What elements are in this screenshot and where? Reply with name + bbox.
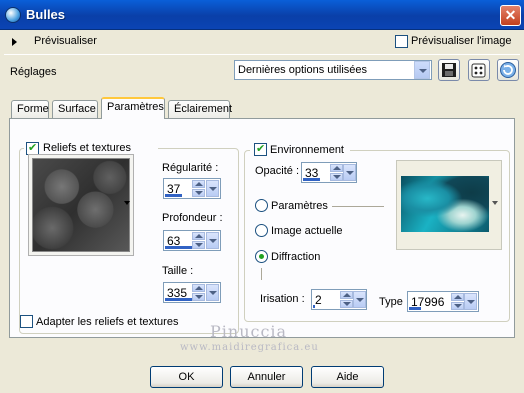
app-icon (5, 7, 21, 23)
separator (4, 54, 520, 55)
irisation-level-bar (313, 305, 315, 308)
type-stepper[interactable]: 17996 (407, 291, 479, 312)
ok-button[interactable]: OK (150, 366, 223, 388)
randomize-button[interactable] (468, 59, 490, 81)
profondeur-level-bar (165, 246, 192, 249)
spin-up-icon[interactable] (451, 293, 464, 301)
spin-down-icon[interactable] (451, 302, 464, 310)
taille-spin-buttons[interactable] (192, 284, 205, 301)
profondeur-spin-buttons[interactable] (192, 232, 205, 249)
spin-up-icon[interactable] (340, 291, 353, 299)
watermark-name: Pinuccia (210, 322, 288, 341)
taille-label: Taille : (162, 265, 194, 277)
spin-up-icon[interactable] (192, 284, 205, 292)
radio-image-actuelle-label: Image actuelle (271, 225, 343, 237)
environment-checkbox[interactable] (254, 142, 267, 156)
irisation-stepper[interactable]: 2 (311, 289, 367, 310)
preview-label: Prévisualiser (34, 35, 97, 47)
tab-forme[interactable]: Forme (11, 100, 49, 119)
watermark-url: www.maidiregrafica.eu (180, 342, 319, 353)
reliefs-label: Reliefs et textures (43, 142, 132, 154)
close-button[interactable]: ✕ (500, 5, 521, 26)
type-dropdown-icon[interactable] (464, 293, 477, 310)
preview-image-label: Prévisualiser l'image (411, 35, 512, 47)
expand-arrow-icon[interactable] (12, 38, 17, 46)
tab-parametres[interactable]: Paramètres (101, 97, 165, 119)
radio-parametres-label: Paramètres (271, 200, 328, 212)
irisation-dropdown-icon[interactable] (353, 291, 366, 308)
regularite-level-bar (165, 194, 182, 197)
profondeur-stepper[interactable]: 63 (163, 230, 221, 251)
profondeur-label: Profondeur : (162, 212, 223, 224)
save-icon (442, 63, 456, 77)
environment-image-preview[interactable] (401, 176, 489, 232)
spin-down-icon[interactable] (192, 293, 205, 301)
chevron-down-icon[interactable] (414, 61, 430, 79)
tab-surface[interactable]: Surface (52, 100, 98, 119)
irisation-spin-buttons[interactable] (340, 291, 353, 308)
window-title: Bulles (26, 7, 66, 22)
diffraction-connector (261, 268, 262, 280)
radio-diffraction-label: Diffraction (271, 251, 321, 263)
taille-dropdown-icon[interactable] (206, 284, 219, 301)
taille-stepper[interactable]: 335 (163, 282, 221, 303)
opacity-spin-buttons[interactable] (330, 164, 343, 181)
spin-up-icon[interactable] (192, 180, 205, 188)
spin-down-icon[interactable] (340, 300, 353, 308)
title-bar (0, 0, 524, 30)
preset-value: Dernières options utilisées (238, 64, 368, 76)
radio-diffraction[interactable] (255, 250, 268, 263)
tab-eclairement[interactable]: Éclairement (168, 100, 232, 119)
regularite-spin-buttons[interactable] (192, 180, 205, 197)
texture-dropdown-icon[interactable] (124, 201, 130, 205)
radio-image-actuelle[interactable] (255, 224, 268, 237)
opacity-dropdown-icon[interactable] (343, 164, 356, 181)
type-label: Type (379, 296, 403, 308)
opacity-stepper[interactable]: 33 (301, 162, 357, 183)
preview-image-checkbox[interactable] (395, 35, 408, 48)
spin-down-icon[interactable] (192, 241, 205, 249)
help-button[interactable]: Aide (311, 366, 384, 388)
regularite-stepper[interactable]: 37 (163, 178, 221, 199)
texture-swatch[interactable] (32, 158, 130, 252)
radio-separator (332, 206, 384, 207)
preset-dropdown[interactable]: Dernières options utilisées (234, 60, 432, 80)
spin-down-icon[interactable] (330, 173, 343, 181)
save-preset-button[interactable] (438, 59, 460, 81)
cancel-button[interactable]: Annuler (230, 366, 303, 388)
profondeur-dropdown-icon[interactable] (206, 232, 219, 249)
adapt-label: Adapter les reliefs et textures (36, 316, 179, 328)
environment-label: Environnement (270, 144, 344, 156)
spin-up-icon[interactable] (330, 164, 343, 172)
irisation-value: 2 (315, 293, 322, 307)
irisation-label: Irisation : (260, 293, 305, 305)
regularite-label: Régularité : (162, 162, 219, 174)
opacity-label: Opacité : (255, 165, 300, 177)
dice-icon (471, 63, 486, 78)
spin-down-icon[interactable] (192, 189, 205, 197)
regularite-dropdown-icon[interactable] (206, 180, 219, 197)
reset-button[interactable] (497, 59, 519, 81)
spin-up-icon[interactable] (192, 232, 205, 240)
opacity-level-bar (303, 178, 320, 181)
adapt-checkbox[interactable] (20, 315, 33, 328)
type-level-bar (409, 307, 421, 310)
type-spin-buttons[interactable] (451, 293, 464, 310)
environment-dropdown-icon[interactable] (492, 201, 498, 205)
settings-label: Réglages (10, 66, 57, 78)
radio-parametres[interactable] (255, 199, 268, 212)
reset-icon (500, 62, 516, 78)
